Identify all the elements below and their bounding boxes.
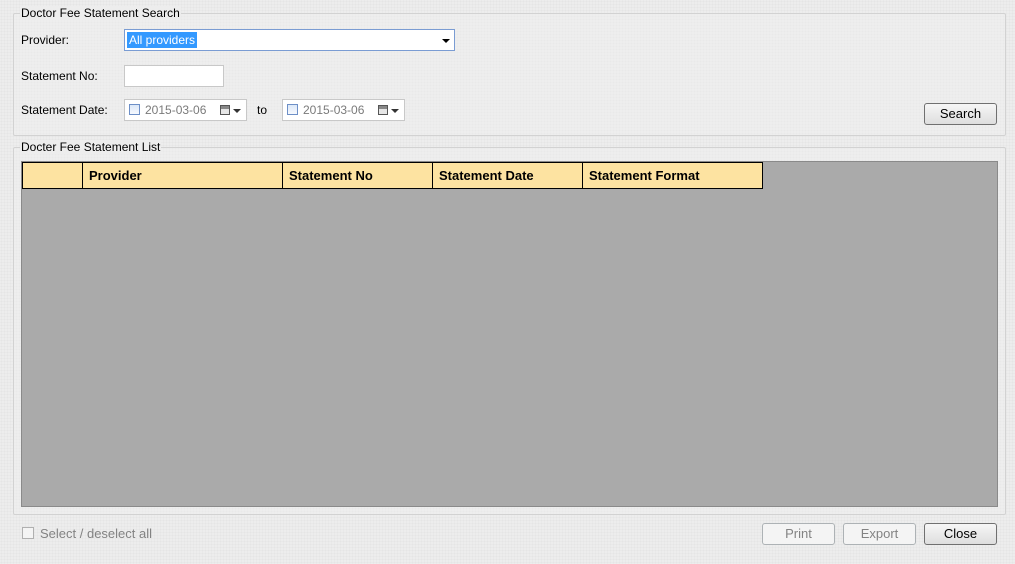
column-header-statement-no[interactable]: Statement No [283,163,433,189]
column-header-statement-format[interactable]: Statement Format [583,163,763,189]
provider-select-value: All providers [127,32,198,48]
date-from-value: 2015-03-06 [145,103,207,117]
date-from-checkbox[interactable] [129,104,140,115]
date-to-picker[interactable]: 2015-03-06 [282,99,405,121]
statement-no-input[interactable] [124,65,224,87]
select-all-checkbox[interactable] [22,527,34,539]
column-header-select[interactable] [22,163,83,189]
column-header-provider[interactable]: Provider [83,163,283,189]
statement-no-label: Statement No: [21,69,98,83]
provider-select[interactable]: All providers [124,29,455,51]
chevron-down-icon[interactable] [233,109,241,113]
date-to-checkbox[interactable] [287,104,298,115]
list-group-title: Docter Fee Statement List [20,140,162,154]
calendar-icon[interactable] [378,105,388,115]
search-button[interactable]: Search [924,103,997,125]
chevron-down-icon[interactable] [442,39,450,43]
print-button[interactable]: Print [762,523,835,545]
search-group-title: Doctor Fee Statement Search [20,6,181,20]
date-to-value: 2015-03-06 [303,103,365,117]
calendar-icon[interactable] [220,105,230,115]
statement-date-label: Statement Date: [21,103,108,117]
provider-label: Provider: [21,33,70,47]
column-header-statement-date[interactable]: Statement Date [433,163,583,189]
grid-header: Provider Statement No Statement Date Sta… [22,162,763,189]
date-from-picker[interactable]: 2015-03-06 [124,99,247,121]
close-button[interactable]: Close [924,523,997,545]
chevron-down-icon[interactable] [391,109,399,113]
statement-list-grid[interactable]: Provider Statement No Statement Date Sta… [21,161,998,507]
to-label: to [257,103,268,117]
export-button[interactable]: Export [843,523,916,545]
select-all-label[interactable]: Select / deselect all [40,526,152,541]
